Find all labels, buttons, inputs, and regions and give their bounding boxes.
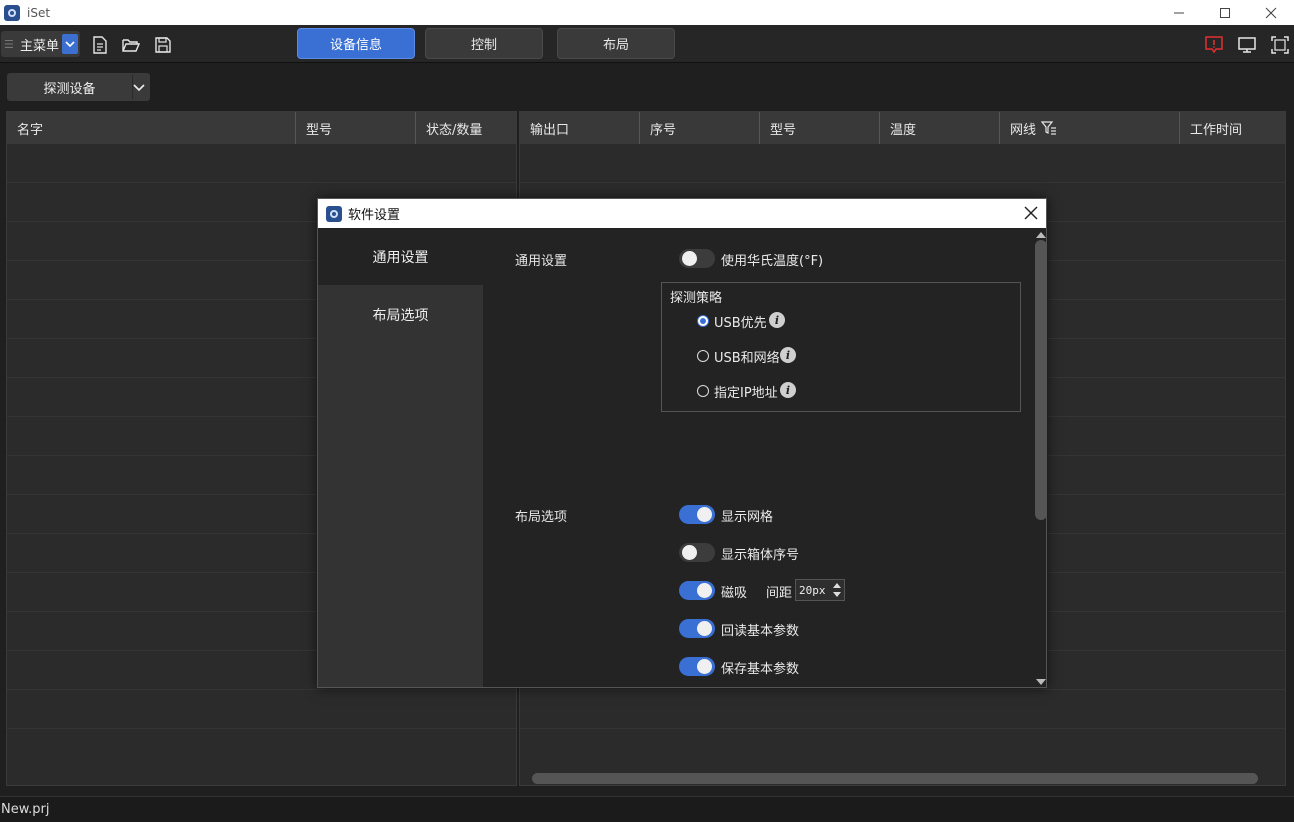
section-label-layout: 布局选项 <box>515 510 568 525</box>
close-icon <box>1265 7 1277 18</box>
fullscreen-icon[interactable] <box>1270 35 1290 55</box>
spacing-label: 间距 <box>766 586 793 601</box>
info-icon[interactable]: i <box>780 347 796 363</box>
show-box-index-toggle[interactable] <box>679 543 715 562</box>
grip-icon: ☰ <box>4 37 14 51</box>
detect-device-label: 探测设备 <box>43 81 96 97</box>
scroll-up-icon <box>1036 232 1046 238</box>
snap-label: 磁吸 <box>721 586 748 601</box>
app-logo-icon <box>4 4 20 21</box>
column-header-output[interactable]: 输出口 <box>520 112 640 144</box>
minimize-button[interactable] <box>1156 0 1202 25</box>
column-header-model[interactable]: 型号 <box>296 112 416 144</box>
detect-strategy-title: 探测策略 <box>670 291 723 306</box>
show-grid-toggle[interactable] <box>679 505 715 524</box>
title-bar: iSet <box>0 0 1294 25</box>
tab-device-info[interactable]: 设备信息 <box>297 28 415 59</box>
device-list-header: 名字 型号 状态/数量 <box>7 112 516 144</box>
read-back-label: 回读基本参数 <box>721 624 800 639</box>
chevron-down-icon[interactable] <box>132 79 146 95</box>
settings-sidebar: 通用设置 布局选项 <box>318 228 483 687</box>
radio-specify-ip-label[interactable]: 指定IP地址 <box>714 382 778 401</box>
radio-usb-first[interactable] <box>697 315 709 327</box>
chevron-down-icon <box>65 41 75 48</box>
filter-icon[interactable] <box>1041 121 1057 135</box>
toolbar: ☰ 主菜单 设备信息 控制 布局 <box>0 25 1294 63</box>
radio-usb-network[interactable] <box>697 350 709 362</box>
maximize-button[interactable] <box>1202 0 1248 25</box>
column-header-index[interactable]: 序号 <box>640 112 760 144</box>
minimize-icon <box>1174 12 1184 13</box>
main-menu-label: 主菜单 <box>20 38 60 54</box>
fahrenheit-toggle[interactable] <box>679 249 715 268</box>
spacing-spinbox[interactable]: 20px <box>795 579 845 601</box>
horizontal-scrollbar[interactable] <box>532 773 1258 784</box>
dialog-title-bar: 软件设置 <box>318 199 1046 228</box>
app-logo-icon <box>326 205 342 222</box>
alert-icon[interactable] <box>1204 35 1224 55</box>
detect-strategy-group: 探测策略 USB优先 i USB和网络 i 指定IP地址 i <box>661 282 1021 412</box>
close-icon[interactable] <box>1022 204 1040 222</box>
software-settings-dialog: 软件设置 通用设置 布局选项 通用设置 使用华氏温度(°F) 探测策略 USB优… <box>317 198 1047 688</box>
radio-usb-network-label[interactable]: USB和网络 <box>714 347 780 366</box>
column-header-cable-label: 网线 <box>1010 122 1037 138</box>
read-back-toggle[interactable] <box>679 619 715 638</box>
show-box-index-label: 显示箱体序号 <box>721 548 800 563</box>
info-icon[interactable]: i <box>769 312 785 328</box>
snap-toggle[interactable] <box>679 581 715 600</box>
window-title: iSet <box>27 5 51 20</box>
save-params-label: 保存基本参数 <box>721 662 800 677</box>
main-menu-dropdown[interactable] <box>62 34 78 54</box>
monitor-icon[interactable] <box>1237 35 1257 55</box>
close-window-button[interactable] <box>1248 0 1294 25</box>
info-icon[interactable]: i <box>780 382 796 398</box>
dialog-scrollbar-thumb[interactable] <box>1035 240 1047 520</box>
spin-arrows-icon[interactable] <box>832 581 842 599</box>
column-header-temperature[interactable]: 温度 <box>880 112 1000 144</box>
detect-device-button[interactable]: 探测设备 <box>7 73 150 101</box>
scroll-down-icon <box>1036 679 1046 685</box>
show-grid-label: 显示网格 <box>721 510 774 525</box>
section-label-general: 通用设置 <box>515 254 568 269</box>
spacing-value: 20px <box>799 583 826 597</box>
settings-content: 通用设置 使用华氏温度(°F) 探测策略 USB优先 i USB和网络 i 指定… <box>483 228 1046 687</box>
radio-usb-first-label[interactable]: USB优先 <box>714 312 767 331</box>
sidebar-item-general[interactable]: 通用设置 <box>318 228 483 285</box>
save-params-toggle[interactable] <box>679 657 715 676</box>
dialog-title: 软件设置 <box>348 208 401 223</box>
output-port-header: 输出口 序号 型号 温度 网线 工作时间 <box>520 112 1285 144</box>
tab-control[interactable]: 控制 <box>425 28 543 59</box>
fahrenheit-label: 使用华氏温度(°F) <box>721 254 824 269</box>
column-header-name[interactable]: 名字 <box>7 112 296 144</box>
new-file-icon[interactable] <box>91 36 109 54</box>
main-menu-button[interactable]: ☰ 主菜单 <box>1 31 80 57</box>
sidebar-item-layout[interactable]: 布局选项 <box>318 286 483 343</box>
maximize-icon <box>1220 7 1230 18</box>
column-header-work-time[interactable]: 工作时间 <box>1180 112 1285 144</box>
save-icon[interactable] <box>154 36 172 54</box>
column-header-cable[interactable]: 网线 <box>1000 112 1180 144</box>
open-folder-icon[interactable] <box>122 36 140 54</box>
column-header-status[interactable]: 状态/数量 <box>416 112 516 144</box>
column-header-model[interactable]: 型号 <box>760 112 880 144</box>
tab-layout[interactable]: 布局 <box>557 28 675 59</box>
status-bar: New.prj <box>0 796 1294 822</box>
radio-specify-ip[interactable] <box>697 385 709 397</box>
project-file-name: New.prj <box>1 802 50 817</box>
